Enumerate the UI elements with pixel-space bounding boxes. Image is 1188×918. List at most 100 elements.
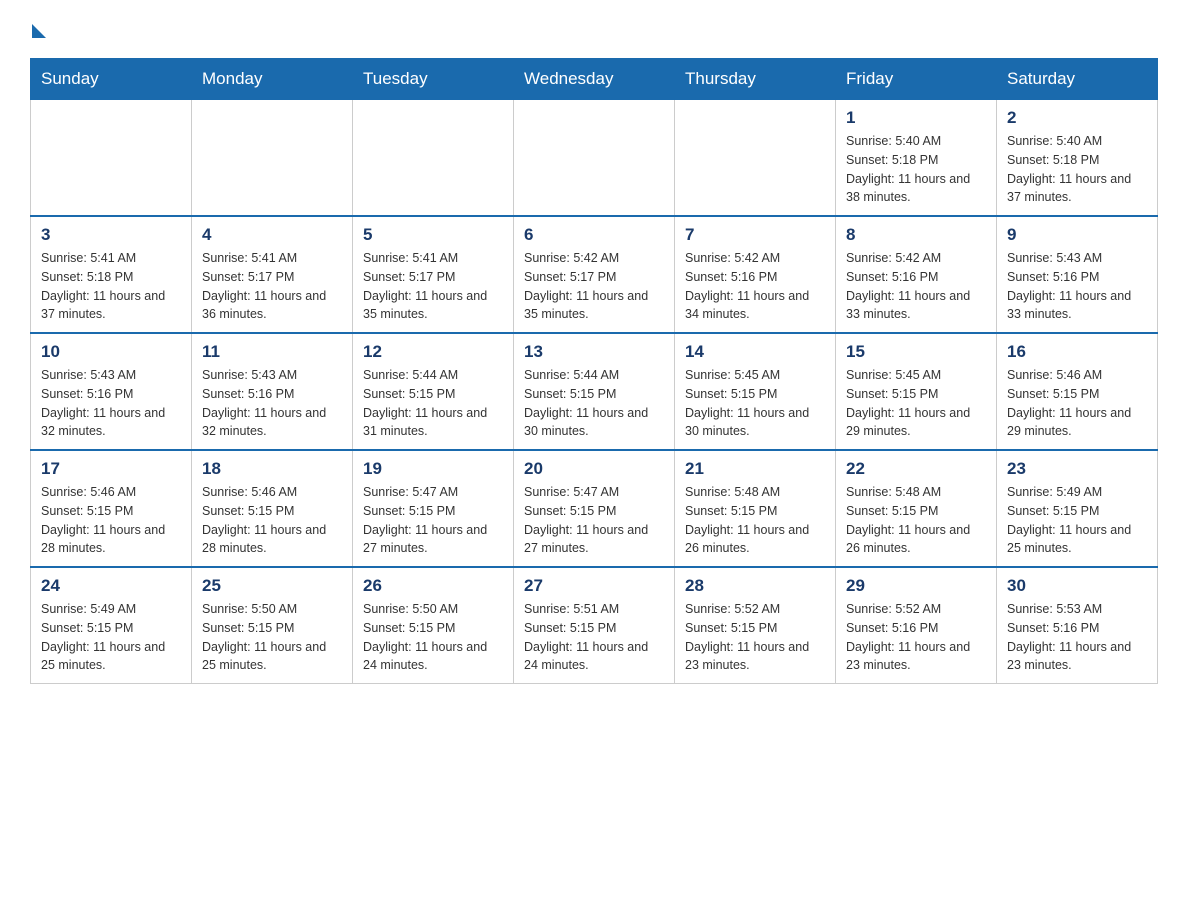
day-number: 21 [685, 459, 825, 479]
day-info: Sunrise: 5:43 AMSunset: 5:16 PMDaylight:… [1007, 249, 1147, 324]
weekday-header-thursday: Thursday [675, 59, 836, 100]
day-number: 1 [846, 108, 986, 128]
day-info: Sunrise: 5:43 AMSunset: 5:16 PMDaylight:… [41, 366, 181, 441]
day-info: Sunrise: 5:50 AMSunset: 5:15 PMDaylight:… [363, 600, 503, 675]
calendar-cell: 30Sunrise: 5:53 AMSunset: 5:16 PMDayligh… [997, 567, 1158, 684]
day-number: 3 [41, 225, 181, 245]
weekday-header-friday: Friday [836, 59, 997, 100]
calendar-cell [675, 100, 836, 217]
calendar-cell [192, 100, 353, 217]
calendar-cell: 27 Sunrise: 5:51 AMSunset: 5:15 PMDayligh… [514, 567, 675, 684]
day-info: Sunrise: 5:43 AMSunset: 5:16 PMDaylight:… [202, 366, 342, 441]
day-info: Sunrise: 5:45 AMSunset: 5:15 PMDaylight:… [685, 366, 825, 441]
day-number: 8 [846, 225, 986, 245]
calendar-cell: 13Sunrise: 5:44 AMSunset: 5:15 PMDayligh… [514, 333, 675, 450]
calendar-cell: 7 Sunrise: 5:42 AMSunset: 5:16 PMDaylight… [675, 216, 836, 333]
day-info: Sunrise: 5:45 AMSunset: 5:15 PMDaylight:… [846, 366, 986, 441]
day-number: 15 [846, 342, 986, 362]
day-number: 6 [524, 225, 664, 245]
calendar-cell: 2 Sunrise: 5:40 AMSunset: 5:18 PMDaylight… [997, 100, 1158, 217]
week-row-4: 17 Sunrise: 5:46 AMSunset: 5:15 PMDayligh… [31, 450, 1158, 567]
calendar-cell: 1 Sunrise: 5:40 AMSunset: 5:18 PMDaylight… [836, 100, 997, 217]
day-info: Sunrise: 5:46 AMSunset: 5:15 PMDaylight:… [202, 483, 342, 558]
calendar-cell: 9 Sunrise: 5:43 AMSunset: 5:16 PMDaylight… [997, 216, 1158, 333]
day-info: Sunrise: 5:42 AMSunset: 5:16 PMDaylight:… [685, 249, 825, 324]
day-number: 14 [685, 342, 825, 362]
calendar-cell: 15 Sunrise: 5:45 AMSunset: 5:15 PMDayligh… [836, 333, 997, 450]
day-number: 7 [685, 225, 825, 245]
calendar-cell: 26 Sunrise: 5:50 AMSunset: 5:15 PMDayligh… [353, 567, 514, 684]
day-number: 28 [685, 576, 825, 596]
logo-arrow-icon [32, 24, 46, 38]
day-number: 2 [1007, 108, 1147, 128]
day-info: Sunrise: 5:42 AMSunset: 5:16 PMDaylight:… [846, 249, 986, 324]
day-number: 20 [524, 459, 664, 479]
day-number: 13 [524, 342, 664, 362]
logo [30, 20, 46, 38]
day-info: Sunrise: 5:42 AMSunset: 5:17 PMDaylight:… [524, 249, 664, 324]
day-number: 5 [363, 225, 503, 245]
day-info: Sunrise: 5:49 AMSunset: 5:15 PMDaylight:… [1007, 483, 1147, 558]
day-number: 11 [202, 342, 342, 362]
calendar-cell: 20 Sunrise: 5:47 AMSunset: 5:15 PMDayligh… [514, 450, 675, 567]
weekday-header-row: SundayMondayTuesdayWednesdayThursdayFrid… [31, 59, 1158, 100]
weekday-header-tuesday: Tuesday [353, 59, 514, 100]
calendar-table: SundayMondayTuesdayWednesdayThursdayFrid… [30, 58, 1158, 684]
calendar-cell: 25 Sunrise: 5:50 AMSunset: 5:15 PMDayligh… [192, 567, 353, 684]
week-row-5: 24 Sunrise: 5:49 AMSunset: 5:15 PMDayligh… [31, 567, 1158, 684]
day-number: 19 [363, 459, 503, 479]
calendar-cell: 22 Sunrise: 5:48 AMSunset: 5:15 PMDayligh… [836, 450, 997, 567]
day-number: 9 [1007, 225, 1147, 245]
calendar-cell: 29Sunrise: 5:52 AMSunset: 5:16 PMDayligh… [836, 567, 997, 684]
day-info: Sunrise: 5:51 AMSunset: 5:15 PMDaylight:… [524, 600, 664, 675]
day-info: Sunrise: 5:50 AMSunset: 5:15 PMDaylight:… [202, 600, 342, 675]
day-number: 24 [41, 576, 181, 596]
day-number: 27 [524, 576, 664, 596]
day-number: 25 [202, 576, 342, 596]
calendar-cell: 17Sunrise: 5:46 AMSunset: 5:15 PMDayligh… [31, 450, 192, 567]
calendar-cell: 4 Sunrise: 5:41 AMSunset: 5:17 PMDaylight… [192, 216, 353, 333]
weekday-header-monday: Monday [192, 59, 353, 100]
calendar-cell: 23Sunrise: 5:49 AMSunset: 5:15 PMDayligh… [997, 450, 1158, 567]
weekday-header-sunday: Sunday [31, 59, 192, 100]
week-row-2: 3Sunrise: 5:41 AMSunset: 5:18 PMDaylight… [31, 216, 1158, 333]
day-info: Sunrise: 5:44 AMSunset: 5:15 PMDaylight:… [363, 366, 503, 441]
day-info: Sunrise: 5:41 AMSunset: 5:17 PMDaylight:… [202, 249, 342, 324]
day-info: Sunrise: 5:48 AMSunset: 5:15 PMDaylight:… [846, 483, 986, 558]
calendar-cell [514, 100, 675, 217]
calendar-cell: 6 Sunrise: 5:42 AMSunset: 5:17 PMDaylight… [514, 216, 675, 333]
day-number: 12 [363, 342, 503, 362]
calendar-cell: 10 Sunrise: 5:43 AMSunset: 5:16 PMDayligh… [31, 333, 192, 450]
calendar-cell: 11 Sunrise: 5:43 AMSunset: 5:16 PMDayligh… [192, 333, 353, 450]
calendar-cell: 24 Sunrise: 5:49 AMSunset: 5:15 PMDayligh… [31, 567, 192, 684]
weekday-header-wednesday: Wednesday [514, 59, 675, 100]
week-row-1: 1 Sunrise: 5:40 AMSunset: 5:18 PMDaylight… [31, 100, 1158, 217]
day-number: 18 [202, 459, 342, 479]
day-number: 10 [41, 342, 181, 362]
day-number: 29 [846, 576, 986, 596]
calendar-cell: 16 Sunrise: 5:46 AMSunset: 5:15 PMDayligh… [997, 333, 1158, 450]
day-info: Sunrise: 5:49 AMSunset: 5:15 PMDaylight:… [41, 600, 181, 675]
calendar-cell [353, 100, 514, 217]
day-number: 22 [846, 459, 986, 479]
day-info: Sunrise: 5:47 AMSunset: 5:15 PMDaylight:… [363, 483, 503, 558]
day-number: 17 [41, 459, 181, 479]
day-info: Sunrise: 5:47 AMSunset: 5:15 PMDaylight:… [524, 483, 664, 558]
calendar-cell: 12 Sunrise: 5:44 AMSunset: 5:15 PMDayligh… [353, 333, 514, 450]
day-info: Sunrise: 5:41 AMSunset: 5:17 PMDaylight:… [363, 249, 503, 324]
day-info: Sunrise: 5:40 AMSunset: 5:18 PMDaylight:… [1007, 132, 1147, 207]
day-number: 4 [202, 225, 342, 245]
day-number: 16 [1007, 342, 1147, 362]
day-info: Sunrise: 5:46 AMSunset: 5:15 PMDaylight:… [1007, 366, 1147, 441]
calendar-cell: 18 Sunrise: 5:46 AMSunset: 5:15 PMDayligh… [192, 450, 353, 567]
day-number: 30 [1007, 576, 1147, 596]
day-info: Sunrise: 5:48 AMSunset: 5:15 PMDaylight:… [685, 483, 825, 558]
week-row-3: 10 Sunrise: 5:43 AMSunset: 5:16 PMDayligh… [31, 333, 1158, 450]
calendar-cell: 8 Sunrise: 5:42 AMSunset: 5:16 PMDaylight… [836, 216, 997, 333]
calendar-cell: 19 Sunrise: 5:47 AMSunset: 5:15 PMDayligh… [353, 450, 514, 567]
weekday-header-saturday: Saturday [997, 59, 1158, 100]
calendar-cell [31, 100, 192, 217]
day-info: Sunrise: 5:40 AMSunset: 5:18 PMDaylight:… [846, 132, 986, 207]
calendar-cell: 5 Sunrise: 5:41 AMSunset: 5:17 PMDaylight… [353, 216, 514, 333]
day-number: 26 [363, 576, 503, 596]
